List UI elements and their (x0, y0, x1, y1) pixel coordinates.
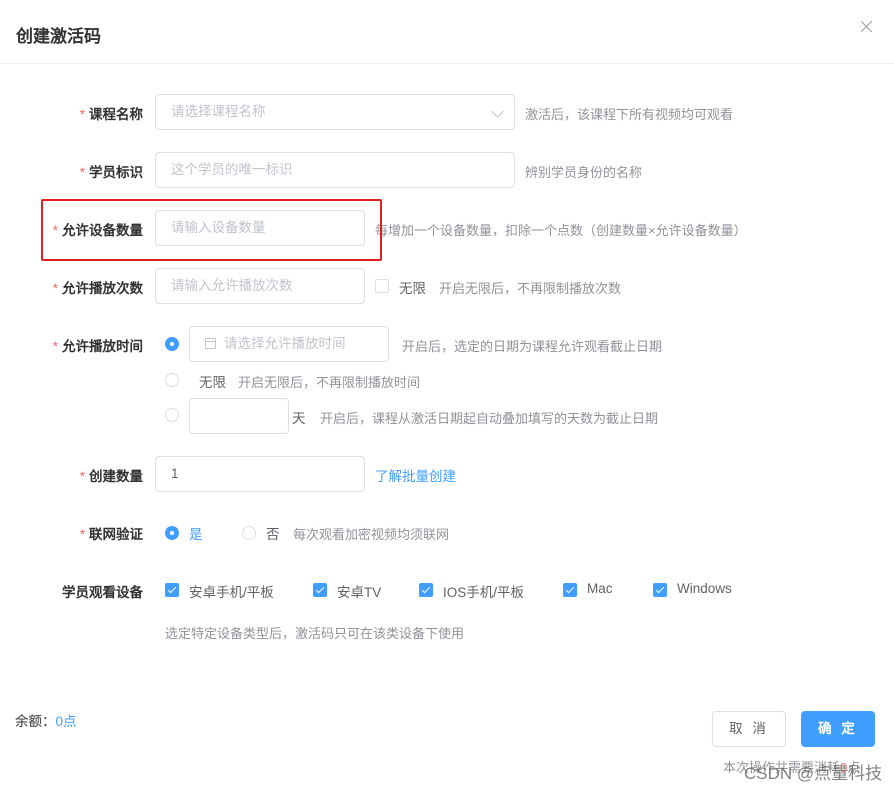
devices-input[interactable]: 请输入设备数量 (155, 210, 365, 246)
play-time-days-hint: 开启后，课程从激活日期起自动叠加填写的天数为截止日期 (320, 411, 659, 426)
student-label: * 学员标识 (79, 165, 143, 180)
student-hint: 辨别学员身份的名称 (525, 165, 643, 180)
batch-create-link[interactable]: 了解批量创建 (375, 465, 456, 485)
play-time-date-picker[interactable]: 请选择允许播放时间 (189, 326, 389, 362)
online-hint: 每次观看加密视频均须联网 (293, 527, 450, 542)
cancel-button[interactable]: 取 消 (712, 711, 786, 747)
play-time-unlimited-hint: 开启无限后，不再限制播放时间 (238, 375, 421, 390)
plays-unlimited-checkbox[interactable] (375, 279, 389, 293)
online-label: * 联网验证 (79, 527, 143, 542)
course-select[interactable]: 请选择课程名称 (155, 94, 515, 130)
course-hint: 激活后，该课程下所有视频均可观看 (525, 107, 734, 122)
device-android-phone-checkbox[interactable] (165, 583, 179, 597)
plays-hint: 开启无限后，不再限制播放次数 (439, 281, 622, 296)
count-label: * 创建数量 (79, 469, 143, 484)
device-android-tv-checkbox[interactable] (313, 583, 327, 597)
dialog-title: 创建激活码 (16, 27, 101, 46)
create-activation-code-dialog: 创建激活码 * 课程名称 请选择课程名称 激活后，该课程下所有视频均可观看 * 学员… (0, 0, 894, 789)
plays-unlimited-label: 无限 (399, 281, 426, 296)
close-icon[interactable] (858, 18, 876, 36)
device-android-tv-label: 安卓TV (337, 585, 382, 600)
chevron-down-icon (491, 105, 504, 118)
play-time-days-radio[interactable] (165, 408, 179, 422)
count-input[interactable]: 1 (155, 456, 365, 492)
course-select-placeholder: 请选择课程名称 (171, 104, 266, 119)
play-time-days-unit: 天 (292, 411, 306, 426)
plays-label: * 允许播放次数 (52, 281, 143, 296)
online-no-label: 否 (266, 527, 280, 542)
device-android-phone-label: 安卓手机/平板 (189, 585, 274, 600)
device-windows-label: Windows (677, 581, 732, 596)
play-time-date-hint: 开启后，选定的日期为课程允许观看截止日期 (402, 339, 663, 354)
balance-value: 0点 (55, 714, 77, 729)
play-time-label: * 允许播放时间 (52, 339, 143, 354)
play-time-unlimited-radio[interactable] (165, 373, 179, 387)
device-types-hint: 选定特定设备类型后，激活码只可在该类设备下使用 (165, 626, 465, 641)
device-mac-checkbox[interactable] (563, 583, 577, 597)
play-time-date-radio[interactable] (165, 337, 179, 351)
devices-hint: 每增加一个设备数量，扣除一个点数（创建数量×允许设备数量） (375, 223, 747, 238)
play-time-unlimited-label: 无限 (199, 375, 226, 390)
device-types-label: 学员观看设备 (62, 585, 143, 600)
device-ios-checkbox[interactable] (419, 583, 433, 597)
course-label: * 课程名称 (79, 107, 143, 122)
device-mac-label: Mac (587, 581, 613, 596)
balance: 余额：0点 (15, 714, 77, 729)
online-no-radio[interactable] (242, 526, 256, 540)
play-time-days-input[interactable] (189, 398, 289, 434)
device-windows-checkbox[interactable] (653, 583, 667, 597)
watermark: CSDN @点量科技 (744, 764, 883, 783)
calendar-icon (205, 338, 216, 349)
plays-input[interactable]: 请输入允许播放次数 (155, 268, 365, 304)
online-yes-label: 是 (189, 527, 203, 542)
confirm-button[interactable]: 确 定 (801, 711, 875, 747)
online-yes-radio[interactable] (165, 526, 179, 540)
dialog-header: 创建激活码 (0, 0, 894, 64)
student-input[interactable]: 这个学员的唯一标识 (155, 152, 515, 188)
devices-label: * 允许设备数量 (52, 223, 143, 238)
device-ios-label: IOS手机/平板 (443, 585, 525, 600)
